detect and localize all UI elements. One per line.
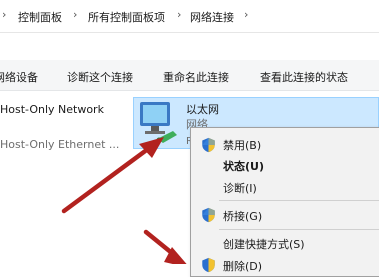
uac-shield-icon — [202, 137, 215, 153]
breadcrumb-item-control-panel[interactable]: 控制面板 — [18, 9, 62, 25]
uac-shield-icon — [202, 257, 215, 273]
menu-item-create-shortcut[interactable]: 创建快捷方式(S) — [223, 236, 305, 252]
toolbar-diagnose-connection[interactable]: 诊断这个连接 — [67, 69, 133, 85]
menu-separator — [219, 229, 379, 230]
adapter-ethernet-name: 以太网 — [186, 103, 219, 116]
toolbar-view-status[interactable]: 查看此连接的状态 — [260, 69, 348, 85]
address-bar: › 控制面板 › 所有控制面板项 › 网络连接 › — [0, 0, 379, 33]
chevron-right-icon[interactable]: › — [2, 8, 6, 21]
menu-item-status[interactable]: 状态(U) — [223, 158, 264, 174]
menu-item-disable[interactable]: 禁用(B) — [223, 137, 261, 153]
network-adapter-icon — [140, 102, 177, 143]
command-toolbar: 网络设备 诊断这个连接 重命名此连接 查看此连接的状态 — [0, 60, 379, 91]
adapter-host-only-network[interactable]: Host-Only Network — [0, 103, 104, 116]
menu-item-diagnose[interactable]: 诊断(I) — [223, 180, 257, 196]
adapter-host-only-ethernet[interactable]: Host-Only Ethernet ... — [0, 138, 119, 151]
toolbar-rename-connection[interactable]: 重命名此连接 — [163, 69, 229, 85]
breadcrumb-item-network-connections[interactable]: 网络连接 — [190, 9, 234, 25]
uac-shield-icon — [202, 207, 215, 223]
chevron-right-icon[interactable]: › — [244, 8, 248, 21]
toolbar-network-devices[interactable]: 网络设备 — [0, 69, 38, 85]
breadcrumb-item-all-items[interactable]: 所有控制面板项 — [88, 9, 165, 25]
menu-item-bridge[interactable]: 桥接(G) — [223, 208, 262, 224]
menu-item-delete[interactable]: 删除(D) — [223, 258, 262, 274]
chevron-right-icon[interactable]: › — [177, 8, 181, 21]
context-menu: 禁用(B) 状态(U) 诊断(I) 桥接(G) 创建快捷方式(S) 删除(D) — [190, 127, 379, 277]
chevron-right-icon[interactable]: › — [73, 8, 77, 21]
menu-separator — [219, 200, 379, 201]
